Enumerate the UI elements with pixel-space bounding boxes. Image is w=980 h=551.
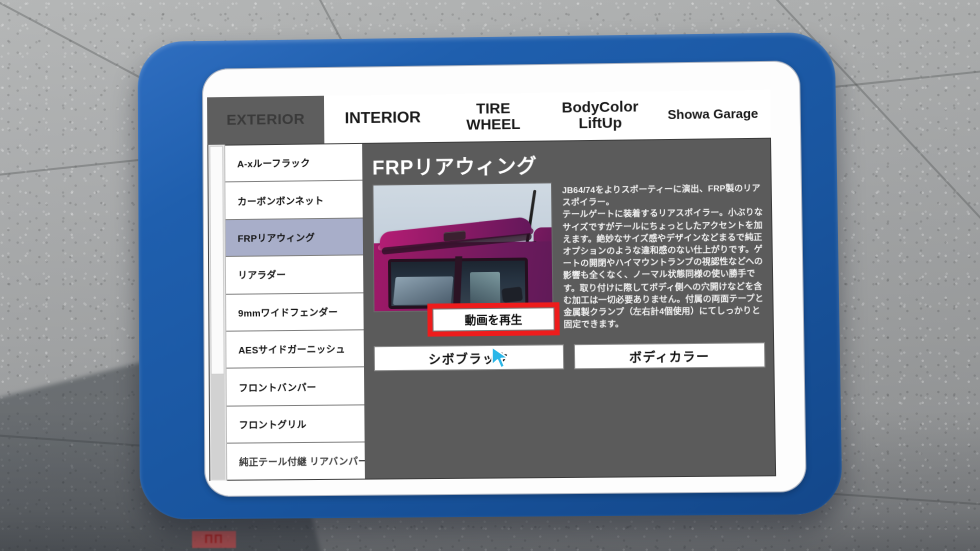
tab-exterior[interactable]: EXTERIOR [207, 95, 325, 145]
product-description: JB64/74をよりスポーティーに演出、FRP製のリアスポイラー。 テールゲート… [562, 180, 765, 331]
sidebar-item-front-bumper[interactable]: フロントバンパー [226, 367, 365, 407]
sidebar-item-rear-ladder[interactable]: リアラダー [225, 255, 364, 295]
sidebar-item-front-grill[interactable]: フロントグリル [226, 405, 365, 444]
sidebar-item-roof-rack[interactable]: A-xルーフラック [225, 143, 363, 183]
video-button-highlight: 動画を再生 [427, 302, 560, 337]
tab-tire-wheel[interactable]: TIRE WHEEL [441, 93, 545, 142]
tablet-device: EXTERIOR INTERIOR TIRE WHEEL BodyColor L… [137, 32, 843, 520]
sidebar-scrollbar[interactable] [207, 144, 228, 481]
play-video-button[interactable]: 動画を再生 [432, 307, 555, 332]
vehicle-mirror [501, 286, 523, 303]
content-area: A-xルーフラック カーボンボンネット FRPリアウィング リアラダー 9mmワ… [207, 137, 777, 481]
sidebar-menu: A-xルーフラック カーボンボンネット FRPリアウィング リアラダー 9mmワ… [225, 142, 365, 481]
sidebar-item-frp-rear-wing[interactable]: FRPリアウィング [225, 218, 364, 258]
tab-bar: EXTERIOR INTERIOR TIRE WHEEL BodyColor L… [207, 89, 771, 145]
tablet-screen: EXTERIOR INTERIOR TIRE WHEEL BodyColor L… [207, 89, 777, 481]
description-body: テールゲートに装着するリアスポイラー。小ぶりなサイズですがテールにちょっとしたア… [562, 207, 764, 330]
tab-showa-garage[interactable]: Showa Garage [655, 90, 771, 139]
glass-reflection [392, 276, 454, 305]
variant-shibo-black-button[interactable]: シボブラック [373, 344, 565, 372]
floor-paint-mark: ПП [192, 531, 236, 548]
page-title: FRPリアウィング [372, 155, 538, 180]
tab-bodycolor-liftup[interactable]: BodyColor LiftUp [545, 91, 656, 140]
scrollbar-track[interactable] [210, 374, 226, 480]
sidebar-item-carbon-bonnet[interactable]: カーボンボンネット [225, 181, 363, 220]
sidebar-item-rear-bumper[interactable]: 純正テール付継 リアバンパー [227, 442, 365, 481]
product-content-row: JB64/74をよりスポーティーに演出、FRP製のリアスポイラー。 テールゲート… [362, 180, 772, 333]
sidebar-item-wide-fender[interactable]: 9mmワイドフェンダー [226, 292, 364, 332]
variant-button-row: シボブラック ボディカラー [373, 342, 766, 372]
product-detail-panel: FRPリアウィング JB64/74をよりスポーティーに演出、FRP製のリアスポイ… [362, 137, 777, 480]
scrollbar-thumb[interactable] [209, 145, 225, 375]
variant-body-color-button[interactable]: ボディカラー [573, 342, 766, 370]
glass-reflection-2 [469, 271, 501, 306]
description-lead: JB64/74をよりスポーティーに演出、FRP製のリアスポイラー。 [562, 182, 761, 208]
sidebar-item-side-garnish[interactable]: AESサイドガーニッシュ [226, 330, 365, 369]
tab-interior[interactable]: INTERIOR [324, 94, 442, 143]
product-photo [372, 182, 554, 313]
